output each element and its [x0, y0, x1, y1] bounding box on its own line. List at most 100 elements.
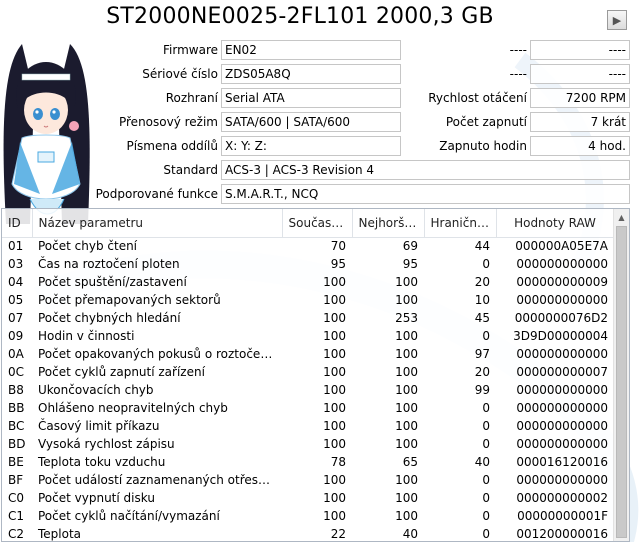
cell-worst: 100: [395, 419, 418, 433]
cell-worst: 100: [395, 509, 418, 523]
cell-raw: 000000000002: [516, 491, 608, 505]
table-row[interactable]: BC Časový limit příkazu 100 100 0 00000000000…: [2, 417, 614, 435]
cell-threshold: 44: [474, 239, 490, 254]
cell-current: 95: [330, 257, 346, 271]
firmware-field: EN02: [221, 40, 401, 60]
cell-name: Čas na roztočení ploten: [38, 257, 180, 271]
cell-threshold: 20: [474, 275, 490, 289]
cell-id: B8: [8, 383, 24, 397]
cell-current: 100: [323, 509, 346, 523]
standard-field: ACS-3 | ACS-3 Revision 4: [221, 160, 630, 180]
cell-raw: 000000000000: [516, 419, 608, 433]
cell-name: Počet cyklů načítání/vymazání: [38, 509, 220, 523]
scroll-up-arrow-icon[interactable]: ▲: [614, 209, 629, 225]
table-row[interactable]: BD Vysoká rychlost zápisu 100 100 0 000000000…: [2, 435, 614, 453]
cell-name: Počet cyklů zapnutí zařízení: [38, 365, 205, 379]
column-header-current[interactable]: Současn...: [282, 209, 353, 238]
cell-worst: 100: [395, 365, 418, 379]
power-count-field: 7 krát: [530, 112, 630, 132]
cell-threshold: 0: [482, 491, 490, 505]
table-row[interactable]: 03 Čas na roztočení ploten 95 95 0 0000000000…: [2, 255, 614, 273]
cell-current: 70: [330, 239, 346, 254]
cell-current: 100: [323, 419, 346, 433]
cell-name: Teplota: [38, 527, 82, 541]
cell-name: Ukončovacích chyb: [38, 383, 154, 397]
table-scrollbar[interactable]: ▲: [613, 209, 629, 541]
cell-threshold: 20: [474, 365, 490, 379]
smart-table[interactable]: ID Název parametru Současn... Nejhorší..…: [1, 208, 630, 542]
table-row[interactable]: BB Ohlášeno neopravitelných chyb 100 100 0 00…: [2, 399, 614, 417]
serial-field: ZDS05A8Q: [221, 64, 401, 84]
right-top-1-label: ----: [509, 43, 527, 57]
cell-current: 22: [330, 527, 346, 541]
table-row[interactable]: BE Teplota toku vzduchu 78 65 40 000016120016: [2, 453, 614, 471]
column-header-worst[interactable]: Nejhorší...: [352, 209, 425, 238]
column-header-id[interactable]: ID: [2, 209, 33, 238]
cell-name: Počet chybných hledání: [38, 311, 181, 325]
cell-threshold: 99: [474, 383, 490, 397]
cell-current: 100: [323, 437, 346, 451]
cell-name: Ohlášeno neopravitelných chyb: [38, 401, 228, 415]
table-row[interactable]: C0 Počet vypnutí disku 100 100 0 000000000002: [2, 489, 614, 507]
power-hours-field: 4 hod.: [530, 136, 630, 156]
cell-worst: 100: [395, 401, 418, 415]
table-row[interactable]: C2 Teplota 22 40 0 001200000016: [2, 525, 614, 541]
cell-raw: 001200000016: [516, 527, 608, 541]
cell-worst: 100: [395, 383, 418, 397]
cell-id: 03: [8, 257, 24, 271]
cell-name: Počet událostí zaznamenaných otřesový...: [38, 473, 282, 487]
table-row[interactable]: 09 Hodin v činnosti 100 100 0 3D9D00000004: [2, 327, 614, 345]
cell-raw: 000000000007: [516, 365, 608, 379]
cell-id: 07: [8, 311, 24, 325]
cell-worst: 40: [402, 527, 418, 541]
column-header-name[interactable]: Název parametru: [32, 209, 283, 238]
cell-name: Počet přemapovaných sektorů: [38, 293, 221, 307]
table-row[interactable]: 05 Počet přemapovaných sektorů 100 100 10 000…: [2, 291, 614, 309]
table-row[interactable]: 04 Počet spuštění/zastavení 100 100 20 000000…: [2, 273, 614, 291]
cell-current: 100: [323, 401, 346, 415]
cell-threshold: 10: [474, 293, 490, 307]
cell-id: BF: [8, 473, 24, 487]
cell-current: 100: [323, 311, 346, 325]
cell-current: 100: [323, 275, 346, 289]
table-row[interactable]: 01 Počet chyb čtení 70 69 44 000000A05E7A: [2, 237, 614, 255]
cell-raw: 000000000000: [516, 257, 608, 271]
next-disk-button[interactable]: ▶: [607, 10, 627, 30]
cell-raw: 000000000000: [516, 437, 608, 451]
mascot-illustration: [3, 44, 90, 224]
cell-id: 0A: [8, 347, 24, 361]
cell-id: 05: [8, 293, 24, 307]
table-row[interactable]: B8 Ukončovacích chyb 100 100 99 000000000000: [2, 381, 614, 399]
cell-worst: 100: [395, 473, 418, 487]
cell-raw: 0000000076D2: [514, 311, 608, 325]
interface-label: Rozhraní: [165, 91, 218, 105]
table-row[interactable]: C1 Počet cyklů načítání/vymazání 100 100 0 00…: [2, 507, 614, 525]
cell-current: 100: [323, 491, 346, 505]
scrollbar-thumb[interactable]: [616, 226, 627, 538]
cell-worst: 100: [395, 275, 418, 289]
cell-name: Hodin v činnosti: [38, 329, 135, 343]
cell-raw: 000016120016: [516, 455, 608, 469]
cell-threshold: 0: [482, 437, 490, 451]
column-header-threshold[interactable]: Hraniční...: [424, 209, 497, 238]
table-row[interactable]: 0A Počet opakovaných pokusů o roztočení p…: [2, 345, 614, 363]
table-row[interactable]: 07 Počet chybných hledání 100 253 45 00000000…: [2, 309, 614, 327]
column-header-raw[interactable]: Hodnoty RAW: [496, 209, 615, 238]
cell-current: 100: [323, 383, 346, 397]
cell-current: 78: [330, 455, 346, 469]
play-triangle-icon: ▶: [612, 13, 622, 27]
table-row[interactable]: BF Počet událostí zaznamenaných otřesový.…: [2, 471, 614, 489]
cell-raw: 000000000000: [516, 401, 608, 415]
table-row[interactable]: 0C Počet cyklů zapnutí zařízení 100 100 20 00…: [2, 363, 614, 381]
power-count-label: Počet zapnutí: [445, 115, 527, 129]
cell-id: BE: [8, 455, 24, 469]
page-title: ST2000NE0025-2FL101 2000,3 GB: [106, 4, 494, 29]
right-top-1-field: ----: [530, 40, 630, 60]
cell-threshold: 0: [482, 473, 490, 487]
cell-raw: 000000A05E7A: [515, 239, 608, 254]
cell-worst: 100: [395, 293, 418, 307]
transfer-field: SATA/600 | SATA/600: [221, 112, 401, 132]
table-header-row: ID Název parametru Současn... Nejhorší..…: [2, 209, 615, 238]
cell-worst: 100: [395, 347, 418, 361]
rpm-field: 7200 RPM: [530, 88, 630, 108]
